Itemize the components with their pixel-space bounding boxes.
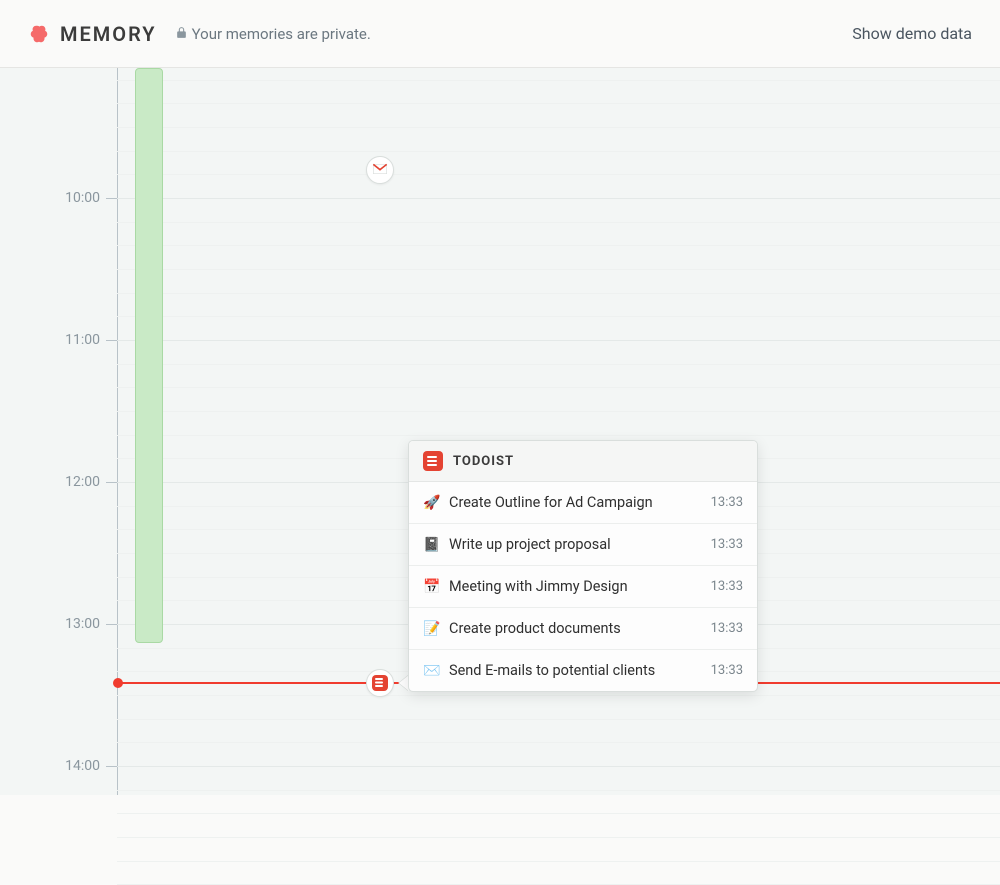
row-emoji-icon: 📝 bbox=[423, 621, 441, 637]
minor-gridline bbox=[117, 695, 1000, 696]
hour-tick bbox=[106, 482, 117, 483]
minor-gridline bbox=[117, 151, 1000, 152]
minor-gridline bbox=[117, 293, 1000, 294]
gmail-icon bbox=[372, 160, 388, 179]
card-row[interactable]: 📅 Meeting with Jimmy Design 13:33 bbox=[409, 566, 757, 608]
row-time: 13:33 bbox=[711, 495, 743, 510]
hour-label: 12:00 bbox=[50, 474, 100, 490]
hour-label: 13:00 bbox=[50, 616, 100, 632]
minor-gridline bbox=[117, 245, 1000, 246]
minor-gridline bbox=[117, 813, 1000, 814]
row-time: 13:33 bbox=[711, 537, 743, 552]
hour-label: 10:00 bbox=[50, 190, 100, 206]
hour-label: 14:00 bbox=[50, 758, 100, 774]
row-time: 13:33 bbox=[711, 579, 743, 594]
minor-gridline bbox=[117, 222, 1000, 223]
row-emoji-icon: 🚀 bbox=[423, 495, 441, 511]
todoist-bubble[interactable] bbox=[366, 669, 394, 697]
now-dot bbox=[113, 678, 123, 688]
gmail-bubble[interactable] bbox=[366, 156, 394, 184]
brain-icon bbox=[28, 23, 50, 45]
row-text: Meeting with Jimmy Design bbox=[449, 578, 703, 595]
hour-tick bbox=[106, 198, 117, 199]
minor-gridline bbox=[117, 316, 1000, 317]
row-text: Write up project proposal bbox=[449, 536, 703, 553]
minor-gridline bbox=[117, 174, 1000, 175]
card-row[interactable]: 🚀 Create Outline for Ad Campaign 13:33 bbox=[409, 482, 757, 524]
minor-gridline bbox=[117, 719, 1000, 720]
todoist-icon bbox=[423, 451, 443, 471]
hour-label: 11:00 bbox=[50, 332, 100, 348]
minor-gridline bbox=[117, 837, 1000, 838]
minor-gridline bbox=[117, 790, 1000, 791]
minor-gridline bbox=[117, 127, 1000, 128]
minor-gridline bbox=[117, 103, 1000, 104]
hour-tick bbox=[106, 766, 117, 767]
todoist-card: TODOIST 🚀 Create Outline for Ad Campaign 1… bbox=[408, 440, 758, 692]
card-row[interactable]: 📓 Write up project proposal 13:33 bbox=[409, 524, 757, 566]
timeline[interactable]: 10:00 11:00 12:00 13:00 14:00 TODOIST 🚀 Creat… bbox=[0, 68, 1000, 795]
minor-gridline bbox=[117, 435, 1000, 436]
minor-gridline bbox=[117, 80, 1000, 81]
row-emoji-icon: 📅 bbox=[423, 579, 441, 595]
hour-tick bbox=[106, 340, 117, 341]
header-left: MEMORY Your memories are private. bbox=[28, 22, 371, 46]
privacy-note: Your memories are private. bbox=[175, 25, 371, 43]
row-time: 13:33 bbox=[711, 663, 743, 678]
privacy-text: Your memories are private. bbox=[192, 25, 371, 43]
row-emoji-icon: ✉️ bbox=[423, 663, 441, 679]
hour-gridline bbox=[117, 198, 1000, 199]
minor-gridline bbox=[117, 387, 1000, 388]
hour-gridline bbox=[117, 766, 1000, 767]
card-title: TODOIST bbox=[453, 454, 514, 469]
minor-gridline bbox=[117, 411, 1000, 412]
card-row[interactable]: ✉️ Send E-mails to potential clients 13:33 bbox=[409, 650, 757, 691]
app-header: MEMORY Your memories are private. Show d… bbox=[0, 0, 1000, 68]
card-header: TODOIST bbox=[409, 441, 757, 482]
todoist-icon bbox=[372, 675, 388, 691]
minor-gridline bbox=[117, 742, 1000, 743]
brand[interactable]: MEMORY bbox=[28, 22, 157, 46]
minor-gridline bbox=[117, 269, 1000, 270]
minor-gridline bbox=[117, 364, 1000, 365]
row-emoji-icon: 📓 bbox=[423, 537, 441, 553]
hour-gridline bbox=[117, 340, 1000, 341]
brand-name: MEMORY bbox=[60, 22, 157, 46]
timeline-event-bar[interactable] bbox=[135, 68, 163, 643]
minor-gridline bbox=[117, 861, 1000, 862]
show-demo-link[interactable]: Show demo data bbox=[852, 24, 972, 43]
hour-tick bbox=[106, 624, 117, 625]
row-text: Send E-mails to potential clients bbox=[449, 662, 703, 679]
card-row[interactable]: 📝 Create product documents 13:33 bbox=[409, 608, 757, 650]
lock-icon bbox=[175, 25, 188, 43]
row-text: Create product documents bbox=[449, 620, 703, 637]
row-time: 13:33 bbox=[711, 621, 743, 636]
row-text: Create Outline for Ad Campaign bbox=[449, 494, 703, 511]
